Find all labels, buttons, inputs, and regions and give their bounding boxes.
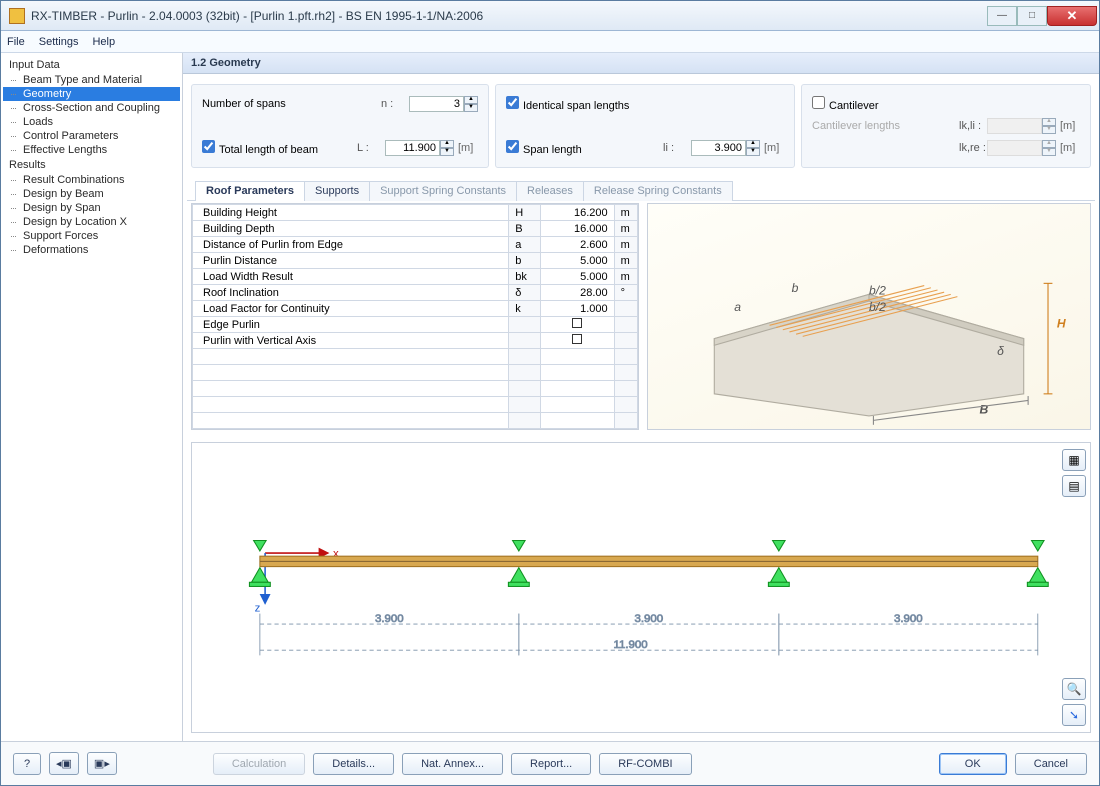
total-length-check[interactable]: Total length of beam xyxy=(202,140,357,156)
details-button[interactable]: Details... xyxy=(313,753,394,775)
svg-text:b/2: b/2 xyxy=(869,300,886,314)
param-row[interactable]: Purlin with Vertical Axis xyxy=(193,333,638,349)
title-bar: RX-TIMBER - Purlin - 2.04.0003 (32bit) -… xyxy=(1,1,1099,31)
param-row[interactable]: Purlin Distanceb5.000m xyxy=(193,253,638,269)
svg-text:H: H xyxy=(1057,317,1066,331)
cantilever-group: Cantilever Cantilever lengths lk,li : ▲▼… xyxy=(801,84,1091,168)
section-title: 1.2 Geometry xyxy=(183,53,1099,74)
beamview-export[interactable]: ➘ xyxy=(1062,704,1086,726)
nav-item[interactable]: Deformations xyxy=(3,243,180,257)
svg-text:a: a xyxy=(734,300,741,314)
nav-item[interactable]: Geometry xyxy=(3,87,180,101)
nav-pane: Input Data Beam Type and MaterialGeometr… xyxy=(1,53,183,741)
nav-item[interactable]: Design by Span xyxy=(3,201,180,215)
beamview-tool-2[interactable]: ▤ xyxy=(1062,475,1086,497)
spans-group: Number of spans n : ▲▼ Total length of b… xyxy=(191,84,489,168)
minimize-button[interactable]: — xyxy=(987,6,1017,26)
nav-item[interactable]: Support Forces xyxy=(3,229,180,243)
tab[interactable]: Support Spring Constants xyxy=(369,181,517,201)
num-spans-label: Number of spans xyxy=(202,98,381,110)
svg-text:B: B xyxy=(980,403,989,417)
window-title: RX-TIMBER - Purlin - 2.04.0003 (32bit) -… xyxy=(31,9,987,23)
cantilever-check[interactable]: Cantilever xyxy=(812,96,1080,112)
close-button[interactable]: ✕ xyxy=(1047,6,1097,26)
svg-text:δ: δ xyxy=(997,344,1004,358)
report-button[interactable]: Report... xyxy=(511,753,591,775)
param-row[interactable]: Distance of Purlin from Edgea2.600m xyxy=(193,237,638,253)
total-length-input[interactable] xyxy=(385,140,440,156)
svg-text:b/2: b/2 xyxy=(869,283,886,297)
footer: ? ◂▣ ▣▸ Calculation Details... Nat. Anne… xyxy=(1,741,1099,785)
nat-annex-button[interactable]: Nat. Annex... xyxy=(402,753,503,775)
nav-item[interactable]: Loads xyxy=(3,115,180,129)
total-length-spinner[interactable]: ▲▼ xyxy=(440,140,454,156)
tab[interactable]: Releases xyxy=(516,181,584,201)
cantilever-left-input xyxy=(987,118,1042,134)
nav-item[interactable]: Cross-Section and Coupling xyxy=(3,101,180,115)
num-spans-input[interactable] xyxy=(409,96,464,112)
identical-spans-check[interactable]: Identical span lengths xyxy=(506,96,784,112)
span-length-group: Identical span lengths Span length li : … xyxy=(495,84,795,168)
svg-text:3.900: 3.900 xyxy=(634,613,663,625)
nav-header-input: Input Data xyxy=(3,57,180,73)
svg-text:3.900: 3.900 xyxy=(375,613,404,625)
span-length-check[interactable]: Span length xyxy=(506,140,663,156)
param-row[interactable]: Edge Purlin xyxy=(193,317,638,333)
menu-file[interactable]: File xyxy=(7,36,25,48)
menu-help[interactable]: Help xyxy=(92,36,115,48)
svg-text:z: z xyxy=(255,603,261,615)
tab[interactable]: Supports xyxy=(304,181,370,201)
nav-header-results: Results xyxy=(3,157,180,173)
svg-text:11.900: 11.900 xyxy=(613,639,647,651)
help-button[interactable]: ? xyxy=(13,753,41,775)
tab[interactable]: Roof Parameters xyxy=(195,181,305,201)
menu-bar: File Settings Help xyxy=(1,31,1099,53)
cantilever-right-input xyxy=(987,140,1042,156)
beamview-zoom[interactable]: 🔍 xyxy=(1062,678,1086,700)
param-row[interactable]: Load Width Resultbk5.000m xyxy=(193,269,638,285)
nav-item[interactable]: Control Parameters xyxy=(3,129,180,143)
num-spans-spinner[interactable]: ▲▼ xyxy=(464,96,478,112)
param-row[interactable]: Load Factor for Continuityk1.000 xyxy=(193,301,638,317)
param-row[interactable]: Building DepthB16.000m xyxy=(193,221,638,237)
maximize-button[interactable]: □ xyxy=(1017,6,1047,26)
ok-button[interactable]: OK xyxy=(939,753,1007,775)
app-icon xyxy=(9,8,25,24)
next-button[interactable]: ▣▸ xyxy=(87,752,117,775)
span-length-input[interactable] xyxy=(691,140,746,156)
beamview-tool-1[interactable]: ▦ xyxy=(1062,449,1086,471)
nav-item[interactable]: Result Combinations xyxy=(3,173,180,187)
param-row[interactable]: Building HeightH16.200m xyxy=(193,205,638,221)
cancel-button[interactable]: Cancel xyxy=(1015,753,1087,775)
tab-bar: Roof ParametersSupportsSupport Spring Co… xyxy=(187,174,1095,201)
span-length-spinner[interactable]: ▲▼ xyxy=(746,140,760,156)
nav-item[interactable]: Effective Lengths xyxy=(3,143,180,157)
nav-item[interactable]: Design by Beam xyxy=(3,187,180,201)
calculation-button[interactable]: Calculation xyxy=(213,753,305,775)
svg-text:3.900: 3.900 xyxy=(894,613,923,625)
param-row[interactable]: Roof Inclinationδ28.00° xyxy=(193,285,638,301)
menu-settings[interactable]: Settings xyxy=(39,36,79,48)
svg-text:b: b xyxy=(792,281,799,295)
beam-view[interactable]: ▦ ▤ 🔍 ➘ x z 11.900 3.9003.9003.900 xyxy=(191,442,1091,733)
roof-params-table[interactable]: Building HeightH16.200mBuilding DepthB16… xyxy=(191,203,639,430)
building-diagram: a b b/2 b/2 H B δ xyxy=(647,203,1091,430)
nav-item[interactable]: Beam Type and Material xyxy=(3,73,180,87)
rf-combi-button[interactable]: RF-COMBI xyxy=(599,753,691,775)
prev-button[interactable]: ◂▣ xyxy=(49,752,79,775)
nav-item[interactable]: Design by Location X xyxy=(3,215,180,229)
cantilever-len-label: Cantilever lengths xyxy=(812,120,959,132)
tab[interactable]: Release Spring Constants xyxy=(583,181,733,201)
